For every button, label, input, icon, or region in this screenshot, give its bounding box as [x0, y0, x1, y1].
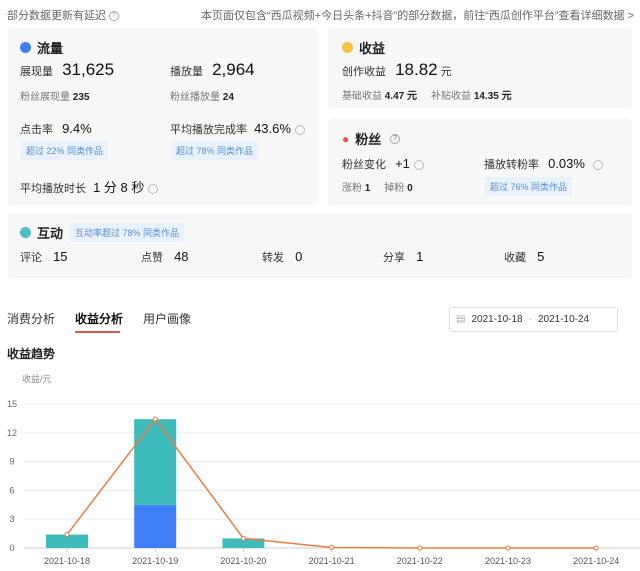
traffic-icon [20, 42, 31, 53]
history-icon[interactable] [592, 160, 603, 171]
calendar-icon: ▤ [456, 314, 466, 325]
stat-label: 转发 [262, 252, 284, 264]
income-card: 收益 创作收益 18.82 元 基础收益 4.47 元补贴收益 14.35 元 [328, 28, 632, 108]
x-tick-label: 2021-10-18 [44, 556, 90, 566]
line-point[interactable] [240, 535, 246, 541]
y-tick-label: 0 [9, 543, 14, 553]
y-tick-label: 9 [9, 457, 14, 467]
y-axis-label: 收益/元 [22, 373, 52, 384]
x-tick-label: 2021-10-19 [132, 556, 178, 566]
impressions-value: 31,625 [62, 60, 115, 79]
interaction-stat: 收藏 5 [504, 249, 544, 265]
line-point[interactable] [417, 545, 423, 551]
interaction-card: 互动 互动率超过 78% 同类作品 评论 15 点赞 48 转发 0 分享 1 收藏 5 [8, 213, 632, 278]
ctr-tag: 超过 22% 同类作品 [21, 141, 109, 160]
interaction-stat: 点赞 48 [141, 249, 189, 265]
line-point[interactable] [329, 545, 335, 551]
stat-value: 48 [174, 249, 189, 264]
history-icon[interactable] [413, 160, 424, 171]
stat-label: 收藏 [504, 252, 526, 264]
line-point[interactable] [64, 532, 70, 538]
active-tab-underline [75, 331, 120, 333]
history-icon[interactable] [294, 125, 305, 136]
stat-value: 0 [295, 249, 303, 264]
x-tick-label: 2021-10-22 [397, 556, 443, 566]
stat-label: 评论 [20, 252, 42, 264]
tab-consumption[interactable]: 消费分析 [7, 310, 55, 327]
x-tick-label: 2021-10-20 [220, 556, 266, 566]
delay-note: 部分数据更新有延迟? [7, 7, 119, 23]
y-tick-label: 3 [9, 514, 14, 524]
bar-subsidy-income[interactable] [134, 419, 177, 506]
completion-tag: 超过 78% 同类作品 [171, 141, 259, 160]
y-tick-label: 12 [7, 428, 17, 438]
x-tick-label: 2021-10-23 [485, 556, 531, 566]
user-icon: ● [342, 131, 350, 146]
chat-icon [20, 227, 31, 238]
help-icon[interactable]: ? [109, 11, 119, 22]
stat-value: 1 [416, 249, 424, 264]
plays-value: 2,964 [212, 60, 255, 79]
fans-card: ● 粉丝? 粉丝变化 +1 涨粉 1 掉粉 0 播放转粉率 0.03% 超过 76%… [328, 118, 632, 205]
stat-value: 5 [537, 249, 545, 264]
income-trend-chart: 收益/元 0 3 6 9 12 15 2021-10-18 2021-10-19 2021-10-… [7, 373, 640, 566]
tab-income[interactable]: 收益分析 [75, 310, 123, 327]
interaction-stat: 评论 15 [20, 249, 68, 265]
coin-icon [342, 42, 353, 53]
line-point[interactable] [505, 545, 511, 551]
stat-label: 点赞 [141, 252, 163, 264]
x-tick-label: 2021-10-24 [573, 556, 619, 566]
history-icon[interactable] [148, 184, 159, 195]
section-title: 收益趋势 [7, 347, 56, 361]
x-tick-label: 2021-10-21 [309, 556, 355, 566]
y-tick-label: 6 [9, 485, 14, 495]
y-tick-label: 15 [7, 399, 17, 409]
line-point[interactable] [593, 545, 599, 551]
help-icon[interactable]: ? [390, 133, 401, 144]
traffic-card: 流量 展现量 31,625 粉丝展现量 235 播放量 2,964 粉丝播放量 … [8, 28, 318, 205]
interaction-stat: 转发 0 [262, 249, 302, 265]
platform-link[interactable]: 本页面仅包含“西瓜视频+今日头条+抖音”的部分数据，前往“西瓜创作平台”查看详细… [201, 7, 634, 23]
date-range-picker[interactable]: ▤ 2021-10-18-2021-10-24 [449, 307, 618, 332]
bar-base-income[interactable] [134, 505, 177, 548]
tab-user-profile[interactable]: 用户画像 [143, 310, 191, 327]
stat-value: 15 [53, 249, 68, 264]
stat-label: 分享 [383, 252, 405, 264]
line-point[interactable] [152, 416, 158, 422]
interaction-stat: 分享 1 [383, 249, 423, 265]
